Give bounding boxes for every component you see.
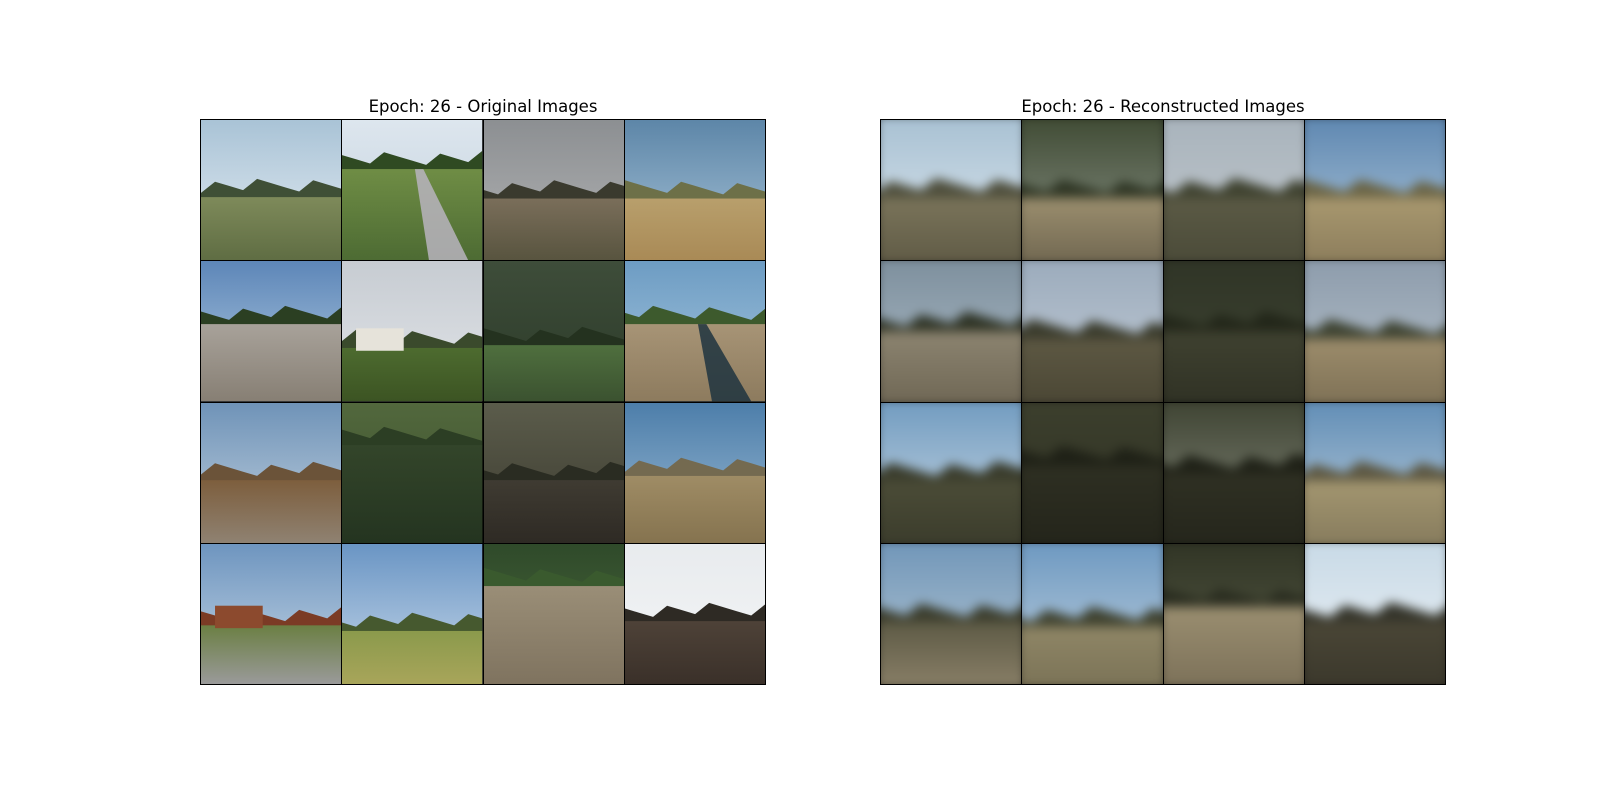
- original-tile-12: [624, 402, 765, 543]
- original-tile-3: [483, 120, 624, 261]
- original-tile-11: [483, 402, 624, 543]
- reconstructed-images-grid: [880, 119, 1446, 685]
- original-tile-5: [201, 261, 342, 402]
- reconstructed-tile-11: [1163, 402, 1304, 543]
- reconstructed-tile-14: [1022, 543, 1163, 684]
- original-images-panel: Epoch: 26 - Original Images: [200, 95, 766, 685]
- reconstructed-tile-7: [1163, 261, 1304, 402]
- reconstructed-tile-8: [1304, 261, 1445, 402]
- original-images-title: Epoch: 26 - Original Images: [368, 97, 598, 116]
- reconstructed-images-panel: Epoch: 26 - Reconstructed Images: [880, 95, 1446, 685]
- original-tile-14: [342, 543, 483, 684]
- reconstructed-tile-2: [1022, 120, 1163, 261]
- original-tile-4: [624, 120, 765, 261]
- reconstructed-tile-12: [1304, 402, 1445, 543]
- original-tile-7: [483, 261, 624, 402]
- reconstructed-tile-10: [1022, 402, 1163, 543]
- original-tile-8: [624, 261, 765, 402]
- original-images-grid: [200, 119, 766, 685]
- original-tile-1: [201, 120, 342, 261]
- original-tile-6: [342, 261, 483, 402]
- reconstructed-tile-15: [1163, 543, 1304, 684]
- original-tile-13: [201, 543, 342, 684]
- reconstructed-tile-16: [1304, 543, 1445, 684]
- reconstructed-tile-9: [881, 402, 1022, 543]
- reconstructed-tile-1: [881, 120, 1022, 261]
- original-tile-16: [624, 543, 765, 684]
- reconstructed-tile-4: [1304, 120, 1445, 261]
- original-tile-15: [483, 543, 624, 684]
- original-tile-9: [201, 402, 342, 543]
- reconstructed-images-title: Epoch: 26 - Reconstructed Images: [1021, 97, 1305, 116]
- original-tile-2: [342, 120, 483, 261]
- reconstructed-tile-5: [881, 261, 1022, 402]
- original-tile-10: [342, 402, 483, 543]
- reconstructed-tile-13: [881, 543, 1022, 684]
- reconstructed-tile-3: [1163, 120, 1304, 261]
- reconstructed-tile-6: [1022, 261, 1163, 402]
